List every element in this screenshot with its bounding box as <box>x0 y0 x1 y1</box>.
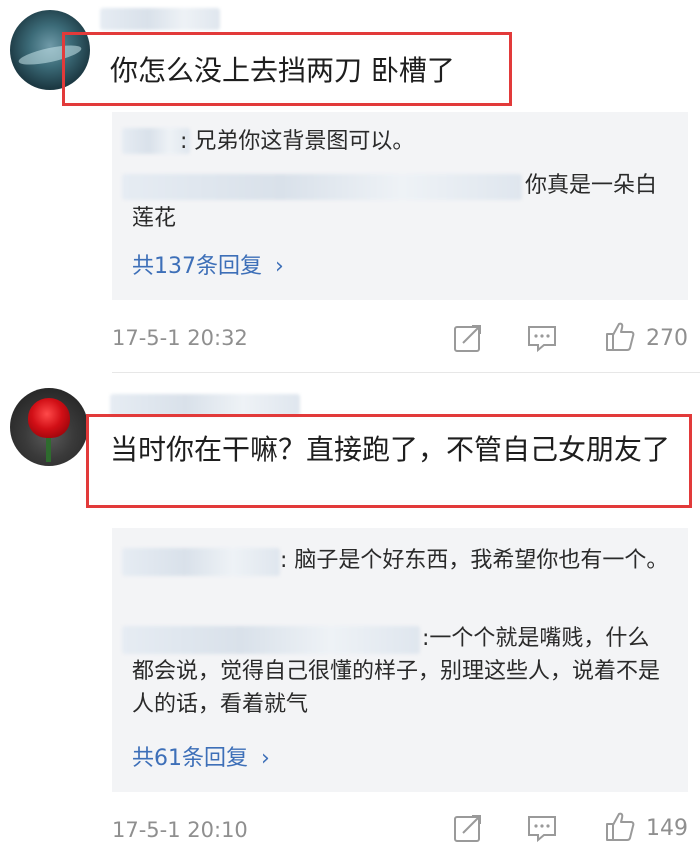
comment-timestamp: 17-5-1 20:10 <box>112 818 248 842</box>
more-replies-label: 共61条回复 <box>132 746 248 771</box>
more-replies-link[interactable]: 共61条回复 › <box>132 744 270 774</box>
chevron-right-icon: › <box>275 254 284 279</box>
thumbs-up-icon[interactable] <box>604 810 636 842</box>
reply-content: 你真是一朵白莲花 <box>132 173 658 231</box>
more-replies-label: 共137条回复 <box>132 254 262 279</box>
reply-text: : 兄弟你这背景图可以。 <box>180 125 414 158</box>
commenter-avatar[interactable] <box>10 388 88 466</box>
chevron-right-icon: › <box>261 746 270 771</box>
comment-icon[interactable] <box>526 322 558 354</box>
reply-content: 脑子是个好东西，我希望你也有一个。 <box>294 548 669 573</box>
more-replies-link[interactable]: 共137条回复 › <box>132 252 284 282</box>
comment-text: 你怎么没上去挡两刀 卧槽了 <box>110 54 455 87</box>
thumbs-up-icon[interactable] <box>604 320 636 352</box>
reply-content: 一个个就是嘴贱，什么都会说，觉得自己很懂的样子，别理这些人，说着不是人的话，看着… <box>132 626 661 717</box>
reply-text: : 脑子是个好东西，我希望你也有一个。 <box>132 544 672 577</box>
comment-divider <box>112 372 700 373</box>
commenter-name-blurred[interactable] <box>110 394 300 416</box>
comment-timestamp: 17-5-1 20:32 <box>112 326 248 350</box>
like-count: 270 <box>646 326 688 351</box>
reply-content: 兄弟你这背景图可以。 <box>194 129 415 154</box>
comment-icon[interactable] <box>526 812 558 844</box>
rose-decoration <box>28 398 70 438</box>
share-icon[interactable] <box>452 322 484 354</box>
like-count: 149 <box>646 816 688 841</box>
share-icon[interactable] <box>452 812 484 844</box>
comment-text: 当时你在干嘛？直接跑了，不管自己女朋友了 <box>110 433 671 466</box>
commenter-name-blurred[interactable] <box>100 8 220 30</box>
rose-stem-decoration <box>46 434 51 462</box>
reply-prefix: : <box>180 129 195 154</box>
reply-prefix: : <box>280 548 295 573</box>
reply-text: :一个个就是嘴贱，什么都会说，觉得自己很懂的样子，别理这些人，说着不是人的话，看… <box>132 622 668 721</box>
